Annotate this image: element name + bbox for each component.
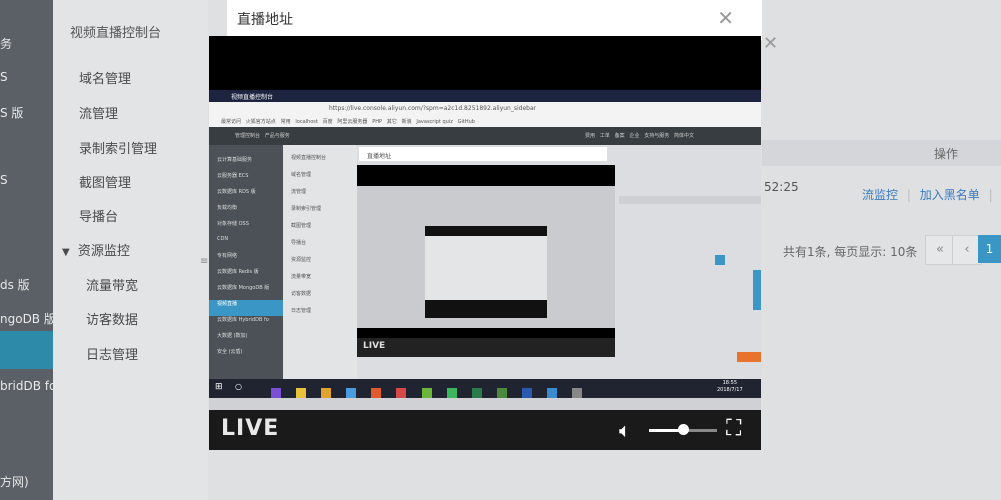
inner-nav-right: 费用 工单 备案 企业 支持与服务 简体中文 (585, 133, 694, 139)
inner-live-label: LIVE (363, 341, 386, 351)
app-icon[interactable] (572, 388, 583, 398)
close-icon[interactable]: ✕ (717, 6, 734, 30)
subnav-item-director[interactable]: 导播台 (79, 206, 118, 225)
live-label: LIVE (221, 416, 280, 441)
inner-orange-badge (737, 352, 761, 362)
app-icon[interactable] (321, 388, 332, 398)
inner-table-header (619, 196, 761, 204)
subnav-title: 视频直播控制台 (70, 26, 162, 41)
app-icon[interactable] (471, 388, 482, 398)
app-icon[interactable] (521, 388, 532, 398)
sidebar-item[interactable]: S (0, 70, 8, 84)
subnav-item-logs[interactable]: 日志管理 (86, 344, 138, 363)
sidebar-item-active[interactable] (0, 331, 53, 369)
wechat-icon[interactable] (446, 388, 457, 398)
start-icon[interactable]: ⊞ (215, 382, 223, 392)
inner-modal-header (359, 147, 607, 161)
inner-nav-left: 管理控制台 产品与服务 (235, 133, 290, 139)
subnav-item-domain[interactable]: 域名管理 (79, 68, 131, 87)
console-subnav: 视频直播控制台 域名管理 流管理 录制索引管理 截图管理 导播台 ▼ 资源监控 … (53, 0, 208, 500)
modal-title: 直播地址 (237, 12, 293, 28)
app-icon[interactable] (547, 388, 558, 398)
sidebar-item[interactable]: bridDB fo... (0, 379, 53, 393)
collapse-handle-icon[interactable]: ≡ (200, 256, 208, 270)
inner-subnav-list: 视频直播控制台 域名管理 流管理 录制索引管理 截图管理 导播台 资源监控 流量… (291, 155, 327, 314)
subnav-item-stream[interactable]: 流管理 (79, 103, 118, 122)
inner-bookmark-row: 最常访问 火狐官方站点 常用 localhost 百度 阿里云服务器 PHP 其… (221, 119, 475, 125)
folder-icon[interactable] (296, 388, 307, 398)
inner-sidebar-list: 云计算基础服务 云服务器 ECS 云数据库 RDS 版 负载均衡 对象存储 OS… (209, 156, 283, 364)
inner-feedback-tab (753, 270, 761, 310)
inner-modal-controls (357, 338, 615, 357)
taskbar-clock: 18:55 2018/7/17 (717, 380, 743, 393)
sidebar-item[interactable]: ngoDB 版 (0, 310, 53, 327)
inner-modal-title: 直播地址 (367, 153, 392, 160)
sidebar-item[interactable]: 务 (0, 35, 12, 52)
subnav-item-snapshot[interactable]: 截图管理 (79, 172, 131, 191)
stream-monitor-link[interactable]: 流监控 (862, 188, 898, 202)
page-first-button[interactable]: « (925, 235, 955, 265)
subnav-item-recording[interactable]: 录制索引管理 (79, 138, 157, 157)
volume-slider-thumb[interactable] (678, 424, 689, 435)
pagination-summary: 共有1条, 每页显示: 10条 (783, 245, 918, 259)
subnav-item-bandwidth[interactable]: 流量带宽 (86, 275, 138, 294)
time-cell: 52:25 (764, 180, 799, 194)
subnav-item-visitors[interactable]: 访客数据 (86, 309, 138, 328)
player-controls: LIVE 🔈︎ ⛶ (209, 410, 761, 450)
background-close-icon[interactable]: ✕ (763, 33, 778, 54)
app-icon[interactable] (271, 388, 281, 398)
inner-tabbar (209, 90, 761, 102)
sidebar-item[interactable]: ds 版 (0, 276, 30, 293)
sidebar-item[interactable]: S 版 (0, 104, 23, 121)
sidebar-item[interactable]: S (0, 173, 8, 187)
search-icon[interactable]: ○ (235, 382, 242, 391)
fullscreen-icon[interactable]: ⛶ (726, 416, 741, 441)
app-icon[interactable] (346, 388, 357, 398)
app-icon[interactable] (396, 388, 407, 398)
subnav-section-monitor[interactable]: ▼ 资源监控 (62, 240, 130, 259)
app-icon[interactable] (496, 388, 507, 398)
modal-header: 直播地址 ✕ (227, 0, 762, 41)
blacklist-link[interactable]: 加入黑名单 (920, 188, 980, 202)
column-header-actions: 操作 (934, 147, 959, 161)
main-sidebar: 务 S S 版 S ds 版 ngoDB 版 bridDB fo... 方网) (0, 0, 53, 500)
table-row-actions: 流监控 | 加入黑名单 | 直 (862, 188, 993, 202)
inner-page-current (715, 255, 725, 265)
app-icon[interactable] (421, 388, 432, 398)
page-current-button[interactable]: 1 (978, 235, 1001, 263)
inner-nested-screen (425, 236, 547, 300)
sidebar-item[interactable]: 方网) (0, 473, 29, 490)
video-player[interactable]: 视频直播控制台 https://live.console.aliyun.com/… (209, 36, 761, 450)
table-header-row (762, 140, 1001, 166)
caret-down-icon: ▼ (62, 247, 70, 258)
volume-icon[interactable]: 🔈︎ (619, 418, 631, 442)
video-frame: 视频直播控制台 https://live.console.aliyun.com/… (209, 90, 761, 410)
firefox-icon[interactable] (371, 388, 382, 398)
taskbar-apps (271, 383, 592, 402)
inner-url: https://live.console.aliyun.com/?spm=a2c… (329, 105, 537, 112)
inner-tab-title: 视频直播控制台 (231, 94, 274, 101)
